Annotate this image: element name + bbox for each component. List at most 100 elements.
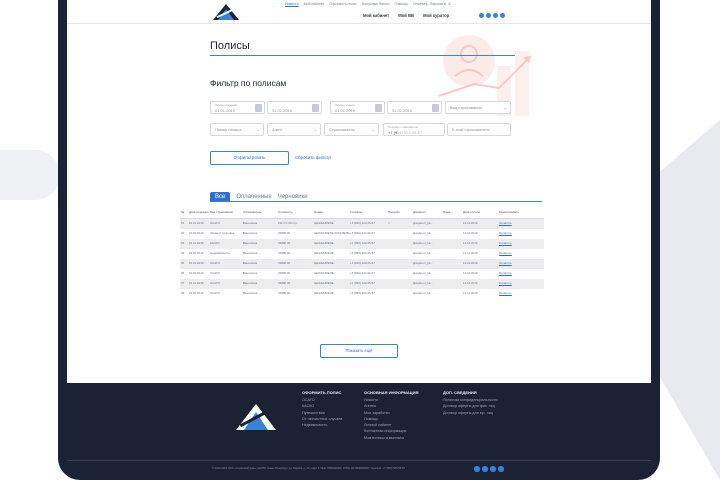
nav-item-news[interactable]: Новости — [285, 2, 299, 6]
phone-value: +7 (911) 123-45-67 — [388, 130, 422, 135]
col-header: Документ — [413, 210, 426, 214]
phone-field[interactable]: Телефон страхователя +7 (911) 123-45-67 — [383, 123, 445, 136]
apply-filter-button[interactable]: Отфильтровать — [210, 151, 289, 165]
footer-link[interactable]: Мои заработки — [364, 411, 418, 415]
date-paid-from[interactable]: Период оплаты 01.01.2019 — [330, 101, 385, 114]
footer-link[interactable]: Мои полисы и выплаты — [364, 436, 418, 440]
tab-paid[interactable]: Оплаченные — [236, 194, 271, 200]
table-cell: Документ_№... — [413, 222, 433, 226]
table-row[interactable]: 06 01.01.2019 ОСАГО Ванечкина 33880.00 ЦЕЖКАЗ… — [180, 269, 544, 279]
col-header: Дата создания — [189, 210, 209, 214]
footer-link[interactable]: От несчастных случаев — [302, 417, 342, 421]
table-cell: 33880.00 — [278, 292, 291, 296]
footer-link[interactable]: ОСАГО — [302, 398, 342, 402]
device-frame: Новости Мой кабинет Оформить полис Бонус… — [58, 0, 660, 480]
policy-number-select[interactable]: Номер полиса ⌄ — [210, 123, 264, 136]
nav-item-policy[interactable]: Оформить полис — [329, 2, 357, 6]
pay-link[interactable]: Оплатить — [499, 232, 544, 235]
page-title: Полисы — [210, 40, 250, 52]
footer-link[interactable]: Путешествия — [302, 411, 342, 415]
table-cell: ЦЕЖКАЗЛЕЛЕ — [314, 252, 334, 256]
pay-link[interactable]: Оплатить — [499, 282, 544, 285]
table-row[interactable]: 01 01.01.2019 ОСАГО Ванечкина РМ УЧ.ОЗ.О р. Ц… — [180, 219, 544, 229]
footer-link[interactable]: Агенты — [364, 404, 418, 408]
table-cell: 01.01.2019 — [189, 292, 204, 296]
pay-link[interactable]: Оплатить — [499, 222, 544, 225]
show-more-button[interactable]: Показать ещё — [320, 344, 398, 358]
pay-link[interactable]: Оплатить — [499, 242, 544, 245]
vk-icon[interactable] — [500, 13, 505, 18]
table-row[interactable]: 04 01.01.2019 Недвижимость Ванечкина 33880.0… — [180, 249, 544, 259]
table-cell: 01.01.2019 — [189, 242, 204, 246]
table-row[interactable]: 08 01.01.2019 ОСАГО Ванечкина 33880.00 ЦЕЖКАЗ… — [180, 289, 544, 299]
calendar-icon[interactable] — [312, 104, 319, 112]
footer-link[interactable]: Договор оферты для физ. лиц — [443, 404, 497, 408]
renewed-check-icon: ✓ — [388, 222, 391, 226]
email-field[interactable]: E-mail страхователя — [447, 123, 511, 136]
date-created-from[interactable]: Период создания 01.01.2019 — [210, 101, 265, 114]
table-cell: Документ_№... — [413, 232, 433, 236]
calendar-icon[interactable] — [432, 104, 439, 112]
table-cell: ЦЕЖКАЗЛЕЛЕ — [314, 262, 334, 266]
table-row[interactable]: 05 01.01.2019 ОСАГО Ванечкина 33880.00 ЦЕЖКАЗ… — [180, 259, 544, 269]
reset-filter-link[interactable]: Сбросить фильтр — [295, 155, 331, 160]
footer-link[interactable]: Новости — [364, 398, 418, 402]
subnav-cabinet[interactable]: Мой кабинет — [363, 13, 389, 18]
twitter-icon[interactable] — [490, 466, 496, 472]
table-cell: 33880.00 — [278, 282, 291, 286]
facebook-icon[interactable] — [474, 466, 480, 472]
date-created-to[interactable]: 31.01.2019 — [267, 101, 322, 114]
email-placeholder: E-mail страхователя — [452, 127, 490, 132]
col-header: Вид страхования — [210, 210, 233, 214]
footer-copyright: © 2016-2019 ООО «Страховой дом»; 123456,… — [212, 467, 405, 470]
table-cell: ЦЕЖКАЗЛЕЛЕ — [314, 272, 334, 276]
subnav-curator[interactable]: Мой куратор — [423, 13, 449, 18]
insurer-select[interactable]: Страхователь ⌄ — [324, 123, 379, 136]
date-paid-to[interactable]: 31.01.2019 — [387, 101, 442, 114]
logo-icon[interactable] — [212, 3, 240, 21]
table-cell: 01.01.2019 — [189, 262, 204, 266]
table-cell: 12.12.2019 — [463, 232, 478, 236]
facebook-icon[interactable] — [479, 13, 484, 18]
table-row[interactable]: 03 01.01.2019 КАСКО Ванечкина 33880.00 ЦЕЖКАЗ… — [180, 239, 544, 249]
vk-icon[interactable] — [498, 466, 504, 472]
user-name[interactable]: Инженер, Пирогов А. А. — [413, 2, 451, 6]
table-cell: 08 — [181, 292, 185, 296]
nav-item-help[interactable]: Помощь — [395, 2, 409, 6]
footer-link[interactable]: КАСКО — [302, 404, 342, 408]
insurance-type-select[interactable]: Вид страхования ⌄ — [445, 101, 511, 114]
instagram-icon[interactable] — [482, 466, 488, 472]
subnav-vv[interactable]: Мой ВВ — [398, 13, 414, 18]
table-cell: 12.12.2019 — [463, 282, 478, 286]
pay-link[interactable]: Оплатить — [499, 252, 544, 255]
calendar-icon[interactable] — [255, 104, 262, 112]
pay-link[interactable]: Оплатить — [499, 292, 544, 295]
tab-drafts[interactable]: Черновики — [278, 194, 308, 200]
pay-link[interactable]: Оплатить — [499, 272, 544, 275]
table-cell: ОСАГО — [210, 282, 220, 286]
footer-logo-icon[interactable] — [234, 402, 278, 432]
table-cell: Ванечкина — [243, 262, 258, 266]
table-row[interactable]: 02 01.01.2019 Жизнь и здоровье Ванечкина 338… — [180, 229, 544, 239]
table-cell: ЦЕЖКАЗЛЕЛЕ ЖЛЖЛЕЛЕЛЕ — [314, 232, 350, 236]
table-body: 01 01.01.2019 ОСАГО Ванечкина РМ УЧ.ОЗ.О р. Ц… — [180, 219, 544, 299]
footer-link[interactable]: Контактная информация — [364, 429, 418, 433]
footer-col-title: ОСНОВНАЯ ИНФОРМАЦИЯ — [364, 390, 419, 395]
table-row[interactable]: 07 01.01.2019 ОСАГО Ванечкина 33880.00 ЦЕЖКАЗ… — [180, 279, 544, 289]
instagram-icon[interactable] — [486, 13, 491, 18]
table-cell: ЦЕЖКАЗЛЕЛЕ — [314, 292, 334, 296]
table-cell: +7 (950) 123-45-67 — [350, 222, 375, 226]
col-header: Номер — [314, 210, 323, 214]
agent-select[interactable]: Агент ⌄ — [267, 123, 321, 136]
nav-item-bonus[interactable]: Бонусные баллы — [362, 2, 389, 6]
footer-link[interactable]: Недвижимость — [302, 423, 342, 427]
calendar-icon[interactable] — [375, 104, 382, 112]
footer-link[interactable]: Личный кабинет — [364, 423, 418, 427]
footer-link[interactable]: Политика конфиденциальности — [443, 398, 497, 402]
footer-link[interactable]: Договор оферты для юр. лиц — [443, 411, 497, 415]
twitter-icon[interactable] — [493, 13, 498, 18]
table-cell: ОСАГО — [210, 262, 220, 266]
nav-item-cabinet[interactable]: Мой кабинет — [304, 2, 325, 6]
footer-link[interactable]: Помощь — [364, 417, 418, 421]
pay-link[interactable]: Оплатить — [499, 262, 544, 265]
